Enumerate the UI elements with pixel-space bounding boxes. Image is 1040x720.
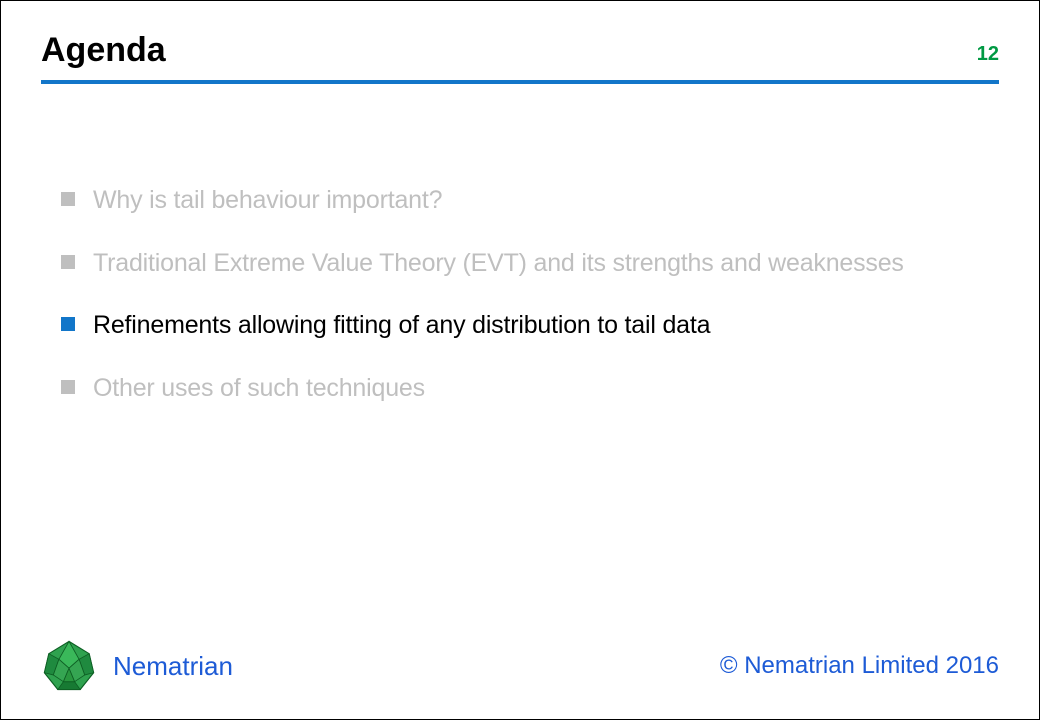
agenda-item: Other uses of such techniques (61, 372, 979, 405)
page-title: Agenda (41, 31, 977, 70)
brand-name: Nematrian (113, 651, 720, 682)
agenda-item-text: Traditional Extreme Value Theory (EVT) a… (93, 247, 904, 280)
logo-icon (41, 638, 97, 694)
agenda-item-active: Refinements allowing fitting of any dist… (61, 309, 979, 342)
agenda-item-text: Why is tail behaviour important? (93, 184, 442, 217)
header: Agenda 12 (1, 1, 1039, 70)
agenda-item-text: Other uses of such techniques (93, 372, 425, 405)
agenda-item: Why is tail behaviour important? (61, 184, 979, 217)
page-number: 12 (977, 43, 999, 70)
square-bullet-icon (61, 380, 75, 394)
copyright: © Nematrian Limited 2016 (720, 652, 999, 680)
footer: Nematrian © Nematrian Limited 2016 (1, 638, 1039, 719)
agenda-item-text: Refinements allowing fitting of any dist… (93, 309, 710, 342)
square-bullet-icon (61, 255, 75, 269)
slide: Agenda 12 Why is tail behaviour importan… (0, 0, 1040, 720)
square-bullet-icon (61, 192, 75, 206)
content: Why is tail behaviour important? Traditi… (1, 84, 1039, 638)
square-bullet-icon (61, 317, 75, 331)
agenda-item: Traditional Extreme Value Theory (EVT) a… (61, 247, 979, 280)
